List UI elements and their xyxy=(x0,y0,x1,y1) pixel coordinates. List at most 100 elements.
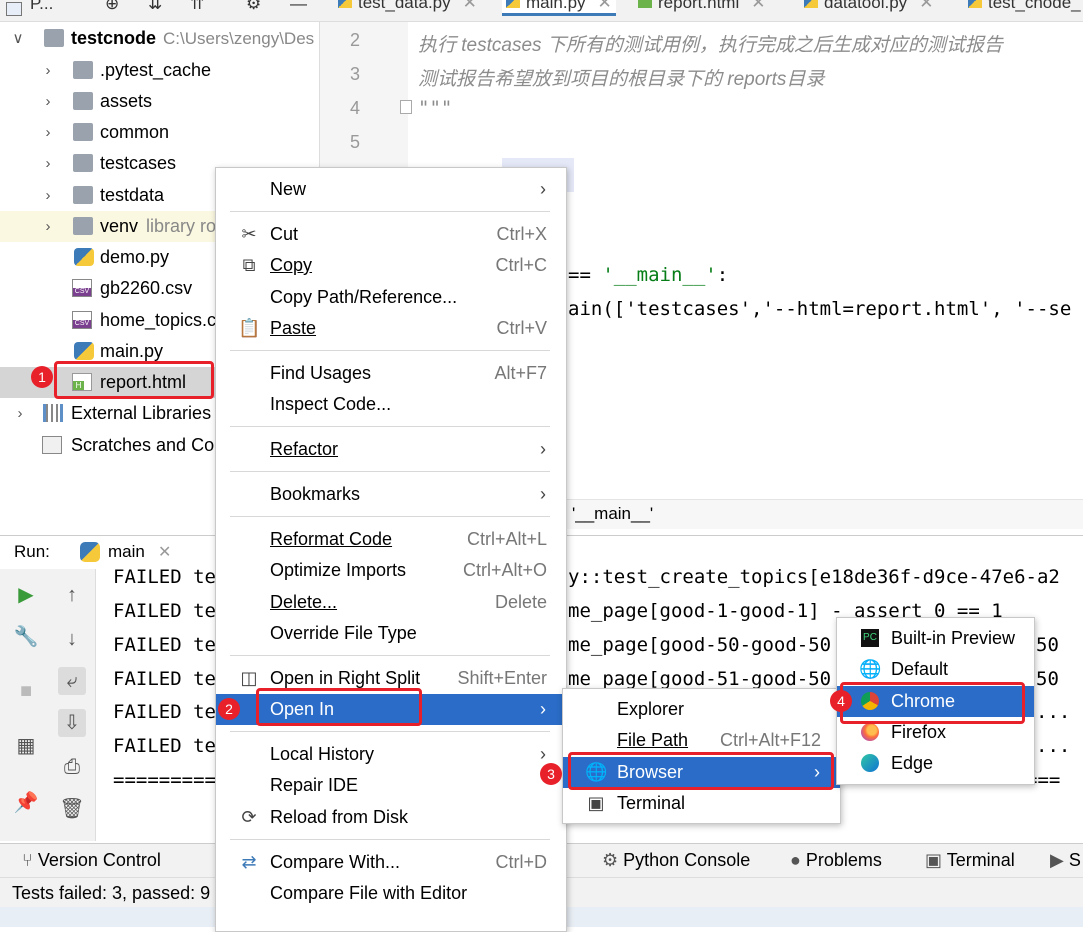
tab-terminal[interactable]: ▣ Terminal xyxy=(925,850,1015,871)
chevron-right-icon[interactable]: › xyxy=(40,148,56,179)
line-number: 2 xyxy=(349,30,360,50)
down-arrow-icon[interactable]: ↓ xyxy=(58,625,86,653)
menu-item-edge[interactable]: Edge xyxy=(837,748,1034,779)
menu-item-cut[interactable]: ✂ Cut Ctrl+X xyxy=(216,219,566,250)
pycharm-icon: PC xyxy=(861,629,879,647)
output-line: ========= xyxy=(113,769,216,791)
code-main-guard: == '__main__': xyxy=(568,264,729,286)
breadcrumb[interactable]: '__main__' xyxy=(572,504,653,524)
folder-icon xyxy=(73,92,93,110)
tree-item-common[interactable]: › common xyxy=(0,117,320,148)
annotation-box-open-in xyxy=(256,688,422,726)
menu-item-repair-ide[interactable]: Repair IDE xyxy=(216,770,566,801)
pin-icon[interactable]: 📌 xyxy=(12,789,40,817)
tab-report-html[interactable]: report.html ✕ xyxy=(638,0,766,13)
chevron-right-icon: › xyxy=(540,484,546,504)
menu-item-compare-with[interactable]: ⇄ Compare With... Ctrl+D xyxy=(216,847,566,878)
menu-item-compare-file-with-editor[interactable]: Compare File with Editor xyxy=(216,878,566,909)
tree-item-pytest-cache[interactable]: › .pytest_cache xyxy=(0,55,320,86)
tab-main-py[interactable]: main.py ✕ xyxy=(502,0,616,16)
output-line: FAILED te xyxy=(113,600,216,622)
code-docstring-end: """ xyxy=(418,97,453,119)
tab-services[interactable]: ▶ S xyxy=(1050,850,1081,871)
menu-item-reload-from-disk[interactable]: ⟳ Reload from Disk xyxy=(216,802,566,833)
chevron-down-icon[interactable]: ∨ xyxy=(10,23,26,54)
run-config-tab[interactable]: main xyxy=(108,542,145,562)
gear-icon[interactable]: ⚙ xyxy=(246,0,261,14)
menu-item-built-in-preview[interactable]: PC Built-in Preview xyxy=(837,623,1034,654)
fold-icon[interactable] xyxy=(400,100,412,114)
tab-version-control[interactable]: ⑂ Version Control xyxy=(22,850,161,871)
collapse-all-icon[interactable]: ⇈ xyxy=(190,0,204,14)
tree-item-hint: library ro xyxy=(146,216,217,236)
menu-item-explorer[interactable]: Explorer xyxy=(563,694,840,725)
python-file-icon xyxy=(338,0,352,8)
wrench-icon[interactable]: 🔧 xyxy=(12,623,40,651)
package-folder-icon xyxy=(73,123,93,141)
menu-item-override-file-type[interactable]: Override File Type xyxy=(216,618,566,649)
menu-separator xyxy=(230,471,550,472)
menu-item-bookmarks[interactable]: Bookmarks › xyxy=(216,479,566,510)
output-tail: ... xyxy=(1036,735,1071,757)
chevron-right-icon: › xyxy=(540,179,546,199)
menu-item-refactor[interactable]: Refactor › xyxy=(216,434,566,465)
menu-item-copy[interactable]: ⧉ Copy Ctrl+C xyxy=(216,250,566,281)
chevron-right-icon: › xyxy=(540,439,546,459)
output-line: FAILED te xyxy=(113,701,216,723)
tree-root[interactable]: ∨ testcnode C:\Users\zengy\Des xyxy=(0,23,320,54)
terminal-icon: ▣ xyxy=(925,850,947,870)
rerun-icon[interactable]: ▶ xyxy=(12,581,40,609)
tree-item-label: gb2260.csv xyxy=(100,278,193,298)
menu-item-terminal[interactable]: ▣ Terminal xyxy=(563,788,840,819)
chevron-right-icon[interactable]: › xyxy=(40,117,56,148)
menu-item-default[interactable]: 🌐 Default xyxy=(837,654,1034,685)
chevron-right-icon[interactable]: › xyxy=(40,211,56,242)
scroll-to-end-icon[interactable]: ⇩ xyxy=(58,709,86,737)
expand-all-icon[interactable]: ⇊ xyxy=(148,0,162,14)
menu-separator xyxy=(230,655,550,656)
chevron-right-icon[interactable]: › xyxy=(12,398,28,429)
services-icon: ▶ xyxy=(1050,850,1069,870)
layout-icon[interactable]: ▦ xyxy=(12,732,40,760)
output-line: FAILED te xyxy=(113,735,216,757)
up-arrow-icon[interactable]: ↑ xyxy=(58,581,86,609)
close-icon[interactable]: ✕ xyxy=(158,542,171,562)
project-toolbar-title[interactable]: P... xyxy=(30,0,53,14)
annotation-box-chrome xyxy=(840,682,1025,724)
menu-separator xyxy=(230,516,550,517)
trash-icon[interactable]: 🗑 xyxy=(58,795,86,823)
chevron-right-icon[interactable]: › xyxy=(40,55,56,86)
menu-item-optimize-imports[interactable]: Optimize Imports Ctrl+Alt+O xyxy=(216,555,566,586)
annotation-box-browser xyxy=(568,752,834,790)
compare-icon: ⇄ xyxy=(241,852,257,872)
python-file-icon xyxy=(74,248,94,266)
minimize-icon[interactable]: — xyxy=(290,0,307,14)
tab-datatool[interactable]: datatool.py ✕ xyxy=(804,0,933,13)
menu-item-local-history[interactable]: Local History › xyxy=(216,739,566,770)
menu-item-delete[interactable]: Delete... Delete xyxy=(216,587,566,618)
code-comment-2: 测试报告希望放到项目的根目录下的 reports目录 xyxy=(418,69,825,90)
tab-python-console[interactable]: ⚙ Python Console xyxy=(602,850,750,871)
globe-icon: 🌐 xyxy=(859,659,882,679)
menu-item-inspect-code[interactable]: Inspect Code... xyxy=(216,389,566,420)
tree-item-label: venv xyxy=(100,216,139,236)
print-icon[interactable]: ⎙ xyxy=(58,753,86,781)
scissors-icon: ✂ xyxy=(241,224,257,244)
soft-wrap-icon[interactable]: ⤶ xyxy=(58,667,86,695)
chevron-right-icon[interactable]: › xyxy=(40,180,56,211)
stop-icon[interactable]: ■ xyxy=(12,677,40,705)
chevron-right-icon[interactable]: › xyxy=(40,86,56,117)
folder-icon xyxy=(73,186,93,204)
menu-item-reformat-code[interactable]: Reformat Code Ctrl+Alt+L xyxy=(216,524,566,555)
menu-item-copy-path[interactable]: Copy Path/Reference... xyxy=(216,282,566,313)
tab-test-cnode[interactable]: test_cnode_ xyxy=(968,0,1081,13)
locate-icon[interactable]: ⊕ xyxy=(105,0,119,14)
tab-problems[interactable]: ● Problems xyxy=(790,850,882,871)
folder-icon xyxy=(73,217,93,235)
menu-item-new[interactable]: New › xyxy=(216,174,566,205)
menu-item-find-usages[interactable]: Find Usages Alt+F7 xyxy=(216,358,566,389)
tree-item-assets[interactable]: › assets xyxy=(0,86,320,117)
annotation-box-report xyxy=(54,361,214,399)
menu-item-paste[interactable]: 📋 Paste Ctrl+V xyxy=(216,313,566,344)
tab-test-data[interactable]: test_data.py ✕ xyxy=(338,0,477,13)
